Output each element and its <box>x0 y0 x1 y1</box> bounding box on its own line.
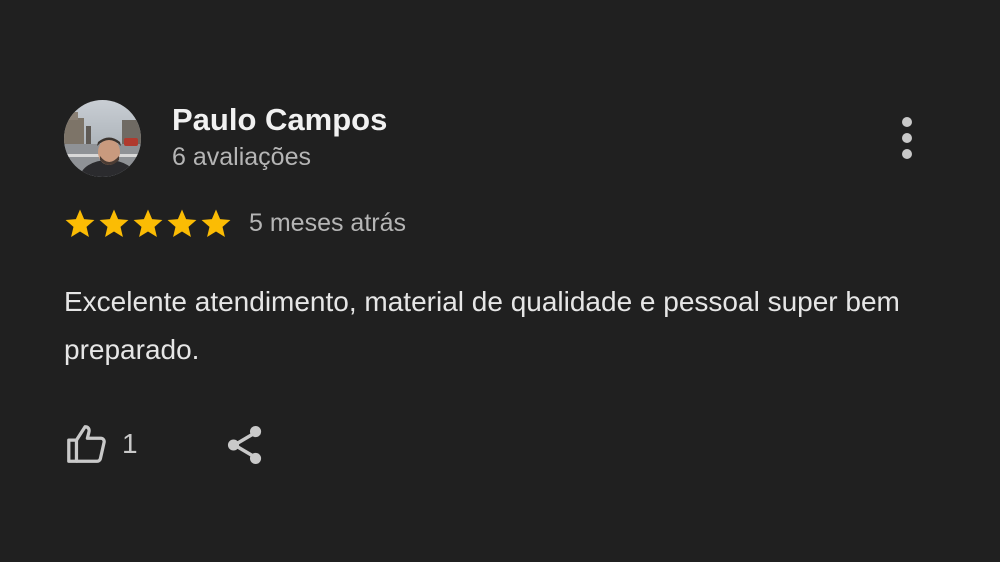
star-icon <box>97 206 131 242</box>
star-rating <box>63 206 233 242</box>
review-text: Excelente atendimento, material de quali… <box>64 286 900 365</box>
more-options-button[interactable] <box>886 112 928 164</box>
star-icon <box>63 206 97 242</box>
more-vertical-icon <box>902 117 912 159</box>
author-name[interactable]: Paulo Campos <box>172 102 387 138</box>
avatar-photo <box>64 100 141 177</box>
star-icon <box>165 206 199 242</box>
author-review-count: 6 avaliações <box>172 143 311 171</box>
star-icon <box>199 206 233 242</box>
like-button[interactable]: 1 <box>64 420 138 468</box>
like-count: 1 <box>122 428 138 459</box>
thumbs-up-icon <box>67 425 106 463</box>
share-button[interactable] <box>222 422 268 468</box>
share-icon <box>227 426 262 464</box>
avatar[interactable] <box>64 100 141 177</box>
star-icon <box>131 206 165 242</box>
review-date: 5 meses atrás <box>249 209 407 237</box>
